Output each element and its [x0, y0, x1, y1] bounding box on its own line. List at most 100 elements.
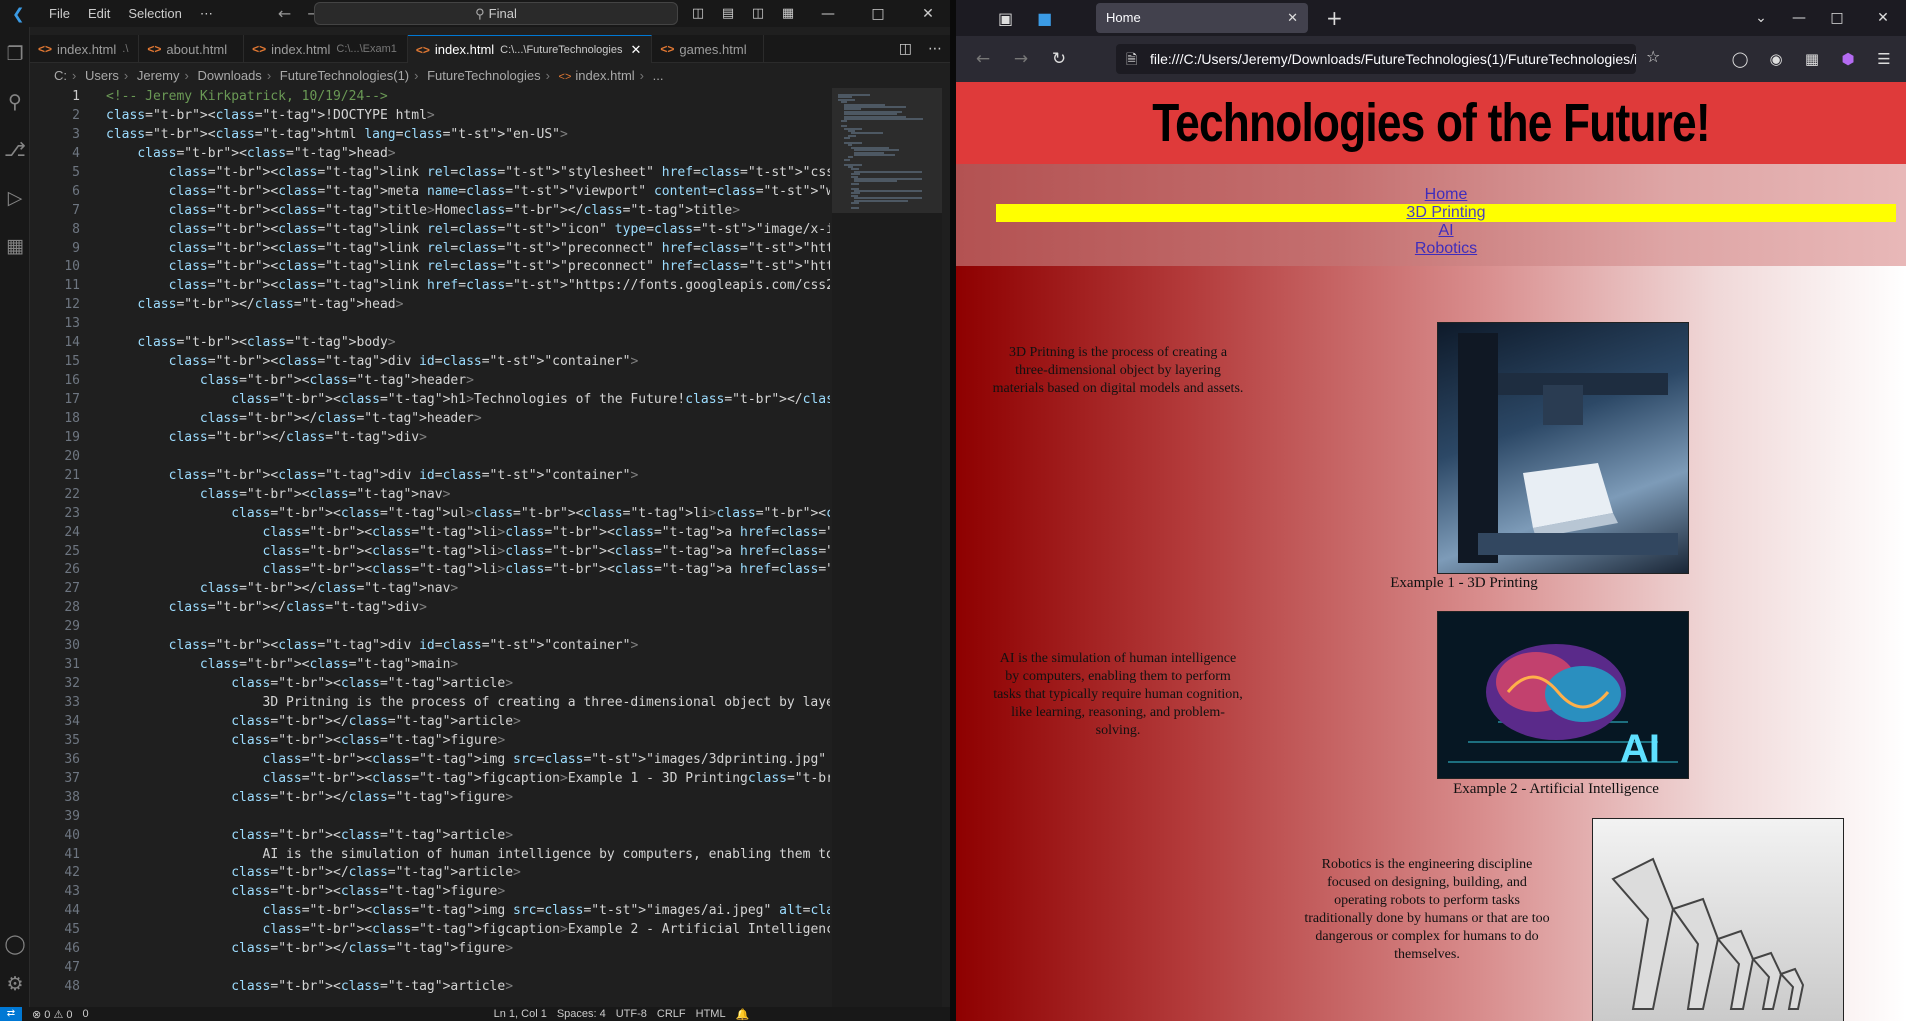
code-line[interactable]: 30 class="t-br"><class="t-tag">div id=cl… — [30, 637, 830, 656]
account-icon[interactable]: ◯ — [3, 932, 27, 956]
code-line[interactable]: 2 class="t-br"><class="t-tag">!DOCTYPE ht… — [30, 107, 830, 126]
code-line[interactable]: 35 class="t-br"><class="t-tag">figure> — [30, 732, 830, 751]
code-line[interactable]: 41 AI is the simulation of human intelli… — [30, 846, 830, 865]
breadcrumb-item[interactable]: ... — [653, 68, 664, 83]
breadcrumb-item[interactable]: C: — [54, 68, 67, 83]
code-line[interactable]: 34 class="t-br"></class="t-tag">article> — [30, 713, 830, 732]
code-line[interactable]: 11 class="t-br"><class="t-tag">link href… — [30, 277, 830, 296]
code-line[interactable]: 1 <!-- Jeremy Kirkpatrick, 10/19/24--> — [30, 88, 830, 107]
editor-tab[interactable]: <> index.html .\ — [30, 35, 140, 63]
code-line[interactable]: 7 class="t-br"><class="t-tag">title>Home… — [30, 202, 830, 221]
extensions-icon[interactable]: ▦ — [1794, 50, 1830, 68]
settings-gear-icon[interactable]: ⚙ — [3, 972, 27, 996]
encoding[interactable]: UTF-8 — [616, 1008, 647, 1020]
editor-tab[interactable]: <> index.html C:\...\Exam1 — [244, 35, 408, 63]
code-line[interactable]: 15 class="t-br"><class="t-tag">div id=cl… — [30, 353, 830, 372]
code-line[interactable]: 32 class="t-br"><class="t-tag">article> — [30, 675, 830, 694]
extension-purple-icon[interactable]: ⬢ — [1830, 50, 1866, 68]
maximize-icon[interactable]: □ — [1814, 10, 1860, 26]
nav-link-ai[interactable]: AI — [1438, 222, 1453, 239]
toggle-panel-icon[interactable]: ▤ — [716, 6, 740, 21]
toggle-sidebar-icon[interactable]: ◫ — [686, 6, 710, 21]
minimap[interactable] — [832, 88, 942, 1008]
more-actions-icon[interactable]: ⋯ — [928, 41, 942, 57]
editor-tab-active[interactable]: <> index.html C:\...\FutureTechnologies ✕ — [407, 35, 653, 63]
maximize-icon[interactable]: □ — [856, 6, 900, 22]
code-line[interactable]: 28 class="t-br"></class="t-tag">div> — [30, 599, 830, 618]
code-line[interactable]: 26 class="t-br"><class="t-tag">li>class=… — [30, 561, 830, 580]
nav-link-home[interactable]: Home — [1425, 186, 1468, 203]
code-line[interactable]: 29 — [30, 618, 830, 637]
cursor-position[interactable]: Ln 1, Col 1 — [494, 1008, 547, 1020]
menu-file[interactable]: File — [40, 6, 79, 21]
code-line[interactable]: 33 3D Pritning is the process of creatin… — [30, 694, 830, 713]
code-line[interactable]: 22 class="t-br"><class="t-tag">nav> — [30, 486, 830, 505]
editor-tab[interactable]: <> about.html — [139, 35, 245, 63]
search-view-icon[interactable]: ⚲ — [3, 90, 27, 114]
source-control-icon[interactable]: ⎇ — [3, 138, 27, 162]
code-line[interactable]: 19 class="t-br"></class="t-tag">div> — [30, 429, 830, 448]
code-line[interactable]: 46 class="t-br"></class="t-tag">figure> — [30, 940, 830, 959]
close-tab-icon[interactable]: ✕ — [1287, 3, 1298, 33]
code-line[interactable]: 42 class="t-br"></class="t-tag">article> — [30, 864, 830, 883]
code-line[interactable]: 43 class="t-br"><class="t-tag">figure> — [30, 883, 830, 902]
breadcrumb-item[interactable]: Users — [85, 68, 119, 83]
browser-tab-active[interactable]: Home ✕ — [1096, 3, 1308, 33]
menu-hamburger-icon[interactable]: ☰ — [1866, 50, 1902, 68]
customize-layout-icon[interactable]: ▦ — [776, 6, 800, 21]
code-line[interactable]: 16 class="t-br"><class="t-tag">header> — [30, 372, 830, 391]
nav-link-robotics[interactable]: Robotics — [1415, 240, 1477, 257]
breadcrumb-item[interactable]: index.html — [575, 68, 634, 83]
problems-count[interactable]: ⊗ 0 ⚠ 0 — [32, 1008, 72, 1021]
code-line[interactable]: 20 — [30, 448, 830, 467]
close-window-icon[interactable]: ✕ — [1860, 10, 1906, 26]
code-line[interactable]: 21 class="t-br"><class="t-tag">div id=cl… — [30, 467, 830, 486]
editor-tab[interactable]: <> games.html — [652, 35, 764, 63]
code-line[interactable]: 9 class="t-br"><class="t-tag">link rel=c… — [30, 240, 830, 259]
account-avatar-icon[interactable]: ◉ — [1758, 50, 1794, 68]
code-line[interactable]: 44 class="t-br"><class="t-tag">img src=c… — [30, 902, 830, 921]
minimize-icon[interactable]: — — [806, 6, 850, 22]
code-line[interactable]: 14 class="t-br"><class="t-tag">body> — [30, 334, 830, 353]
pocket-icon[interactable]: ◯ — [1722, 50, 1758, 68]
code-line[interactable]: 13 — [30, 315, 830, 334]
ports-count[interactable]: 0 — [82, 1008, 88, 1020]
code-line[interactable]: 25 class="t-br"><class="t-tag">li>class=… — [30, 543, 830, 562]
address-bar[interactable]: 🗎 file:///C:/Users/Jeremy/Downloads/Futu… — [1116, 44, 1636, 74]
code-line[interactable]: 40 class="t-br"><class="t-tag">article> — [30, 827, 830, 846]
breadcrumb-item[interactable]: FutureTechnologies(1) — [280, 68, 409, 83]
run-debug-icon[interactable]: ▷ — [3, 186, 27, 210]
breadcrumb-item[interactable]: Jeremy — [137, 68, 180, 83]
code-line[interactable]: 36 class="t-br"><class="t-tag">img src=c… — [30, 751, 830, 770]
reload-icon[interactable]: ↻ — [1048, 49, 1070, 69]
menu-edit[interactable]: Edit — [79, 6, 119, 21]
code-line[interactable]: 24 class="t-br"><class="t-tag">li>class=… — [30, 524, 830, 543]
code-line[interactable]: 17 class="t-br"><class="t-tag">h1>Techno… — [30, 391, 830, 410]
menu-selection[interactable]: Selection — [119, 6, 190, 21]
back-arrow-icon[interactable]: ← — [972, 49, 994, 69]
bookmark-star-icon[interactable]: ☆ — [1646, 47, 1660, 66]
toggle-secondary-sidebar-icon[interactable]: ◫ — [746, 6, 770, 21]
code-line[interactable]: 18 class="t-br"></class="t-tag">header> — [30, 410, 830, 429]
code-line[interactable]: 31 class="t-br"><class="t-tag">main> — [30, 656, 830, 675]
code-line[interactable]: 38 class="t-br"></class="t-tag">figure> — [30, 789, 830, 808]
breadcrumb-item[interactable]: FutureTechnologies — [427, 68, 540, 83]
code-line[interactable]: 8 class="t-br"><class="t-tag">link rel=c… — [30, 221, 830, 240]
command-center-search[interactable]: ⚲ Final — [314, 2, 678, 25]
list-tabs-chevron-icon[interactable]: ⌄ — [1738, 10, 1784, 26]
language-mode[interactable]: HTML — [696, 1008, 726, 1020]
forward-arrow-icon[interactable]: → — [1010, 49, 1032, 69]
code-line[interactable]: 47 — [30, 959, 830, 978]
tab-overview-icon[interactable]: ▣ — [998, 9, 1013, 28]
code-line[interactable]: 27 class="t-br"></class="t-tag">nav> — [30, 580, 830, 599]
code-line[interactable]: 6 class="t-br"><class="t-tag">meta name=… — [30, 183, 830, 202]
code-line[interactable]: 12 class="t-br"></class="t-tag">head> — [30, 296, 830, 315]
code-line[interactable]: 39 — [30, 808, 830, 827]
menu-more[interactable]: ⋯ — [191, 6, 222, 22]
code-line[interactable]: 10 class="t-br"><class="t-tag">link rel=… — [30, 258, 830, 277]
extensions-icon[interactable]: ▦ — [3, 234, 27, 258]
close-window-icon[interactable]: ✕ — [906, 6, 950, 22]
code-line[interactable]: 37 class="t-br"><class="t-tag">figcaptio… — [30, 770, 830, 789]
end-of-line[interactable]: CRLF — [657, 1008, 686, 1020]
close-tab-icon[interactable]: ✕ — [630, 42, 641, 58]
